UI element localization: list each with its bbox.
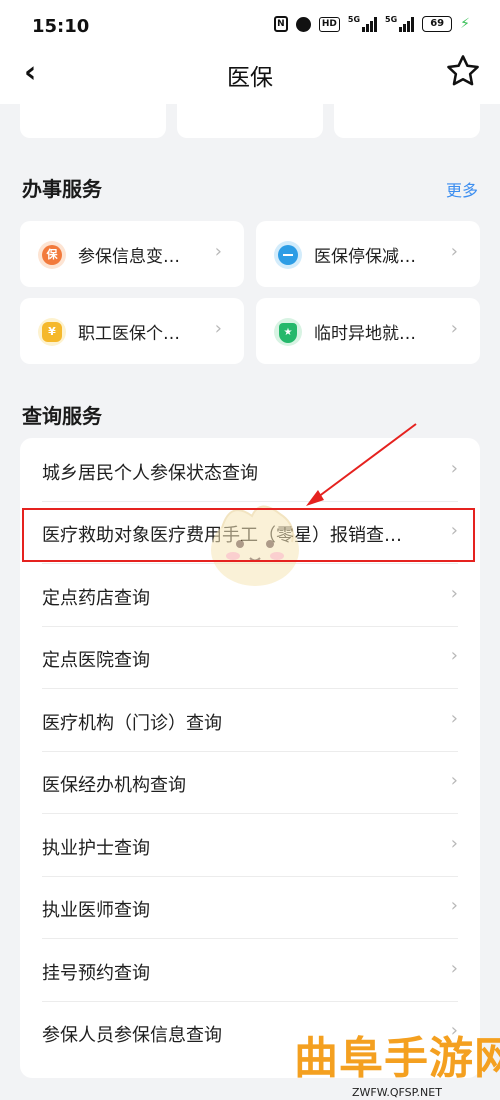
watermark-logo-text: 曲阜手游网 xyxy=(294,1033,500,1084)
tile-insurance-stop[interactable]: 医保停保减… › xyxy=(256,221,480,287)
signal-icon: 5G xyxy=(385,16,415,32)
list-item[interactable]: 医疗机构（门诊）查询 › xyxy=(20,690,480,752)
chevron-right-icon: › xyxy=(450,583,458,604)
hd-icon: HD xyxy=(318,16,340,32)
list-item[interactable]: 定点医院查询 › xyxy=(20,627,480,689)
page-title: 医保 xyxy=(227,65,273,91)
chevron-right-icon: › xyxy=(450,958,458,979)
tile-temporary-remote[interactable]: ★ 临时异地就… › xyxy=(256,298,480,364)
list-item-label: 执业医师查询 xyxy=(42,900,150,921)
status-time: 15:10 xyxy=(32,16,90,37)
annotation-highlight-box xyxy=(22,508,475,562)
more-link[interactable]: 更多 xyxy=(446,177,478,201)
list-item[interactable]: 挂号预约查询 › xyxy=(20,940,480,1002)
chevron-right-icon: › xyxy=(450,895,458,916)
alarm-icon xyxy=(295,16,311,32)
chevron-right-icon: › xyxy=(450,645,458,666)
shield-icon: ★ xyxy=(274,318,302,346)
list-item-label: 定点医院查询 xyxy=(42,650,150,671)
list-item-label: 执业护士查询 xyxy=(42,838,150,859)
list-item-label: 参保人员参保信息查询 xyxy=(42,1025,222,1046)
list-item[interactable]: 医保经办机构查询 › xyxy=(20,752,480,814)
tile-label: 职工医保个… xyxy=(78,324,180,344)
tile-label: 临时异地就… xyxy=(314,324,416,344)
status-icons: N HD 5G 5G 69 ⚡ xyxy=(273,16,470,32)
minus-circle-icon xyxy=(274,241,302,269)
insurance-badge-icon: 保 xyxy=(38,241,66,269)
signal-icon: 5G xyxy=(348,16,378,32)
chevron-right-icon: › xyxy=(450,241,458,262)
chevron-right-icon: › xyxy=(450,833,458,854)
top-cards-row xyxy=(0,104,500,138)
star-icon[interactable] xyxy=(444,52,482,90)
charging-icon: ⚡ xyxy=(460,16,470,32)
section-title-query: 查询服务 xyxy=(22,404,102,428)
tile-employee-account[interactable]: ¥ 职工医保个… › xyxy=(20,298,244,364)
list-item[interactable]: 执业医师查询 › xyxy=(20,877,480,939)
tile-label: 医保停保减… xyxy=(314,247,416,267)
money-bag-icon: ¥ xyxy=(38,318,66,346)
list-item-label: 医疗机构（门诊）查询 xyxy=(42,713,222,734)
nav-bar: ‹ 医保 xyxy=(0,44,500,104)
top-card[interactable] xyxy=(177,104,323,138)
section-title-handle: 办事服务 xyxy=(22,177,102,201)
divider xyxy=(42,813,458,814)
nfc-icon: N xyxy=(273,16,288,32)
chevron-right-icon: › xyxy=(450,708,458,729)
list-item-label: 定点药店查询 xyxy=(42,588,150,609)
top-card[interactable] xyxy=(334,104,480,138)
list-item[interactable]: 执业护士查询 › xyxy=(20,815,480,877)
battery-icon: 69 xyxy=(422,16,453,32)
divider xyxy=(42,938,458,939)
top-card[interactable] xyxy=(20,104,166,138)
chevron-right-icon: › xyxy=(450,770,458,791)
list-item-label: 挂号预约查询 xyxy=(42,963,150,984)
site-watermark: 曲阜手游网 ZWFW.QFSP.NET xyxy=(290,1030,500,1100)
tile-label: 参保信息变… xyxy=(78,247,180,267)
divider xyxy=(42,688,458,689)
watermark-url: ZWFW.QFSP.NET xyxy=(352,1086,442,1099)
tile-insurance-info-change[interactable]: 保 参保信息变… › xyxy=(20,221,244,287)
chevron-right-icon: › xyxy=(214,318,222,339)
list-item[interactable]: 城乡居民个人参保状态查询 › xyxy=(20,440,480,502)
chevron-right-icon: › xyxy=(450,318,458,339)
chevron-right-icon: › xyxy=(214,241,222,262)
chevron-right-icon: › xyxy=(450,458,458,479)
list-item-label: 医保经办机构查询 xyxy=(42,775,186,796)
list-item-label: 城乡居民个人参保状态查询 xyxy=(42,463,258,484)
